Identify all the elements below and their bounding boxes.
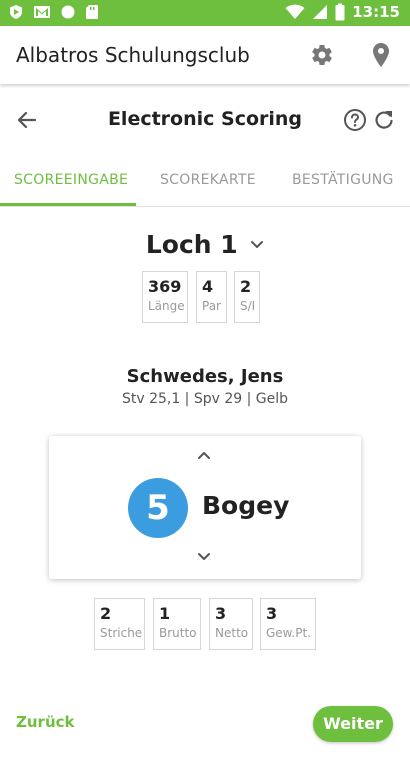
wifi-icon bbox=[285, 4, 305, 19]
net-box: 3 Netto bbox=[209, 598, 253, 650]
points-box: 3 Gew.Pt. bbox=[260, 598, 316, 650]
player-name: Schwedes, Jens bbox=[126, 366, 284, 387]
chevron-down-icon[interactable] bbox=[250, 240, 264, 250]
refresh-icon[interactable] bbox=[373, 109, 395, 131]
player-info: Schwedes, Jens Stv 25,1 | Spv 29 | Gelb bbox=[0, 366, 410, 407]
gear-icon[interactable] bbox=[310, 43, 334, 67]
app-title: Albatros Schulungsclub bbox=[16, 43, 250, 67]
player-handicap-info: Stv 25,1 | Spv 29 | Gelb bbox=[121, 391, 289, 407]
location-pin-icon[interactable] bbox=[371, 42, 391, 68]
strokes-box: 2 Striche bbox=[94, 598, 145, 650]
status-time: 13:15 bbox=[352, 3, 400, 21]
hole-si-value: 2 bbox=[240, 277, 252, 296]
net-label: Netto bbox=[215, 626, 249, 640]
battery-icon bbox=[335, 3, 345, 21]
status-bar: 13:15 bbox=[0, 0, 410, 26]
hole-par-label: Par bbox=[202, 299, 221, 313]
gross-value: 1 bbox=[159, 604, 171, 623]
points-label: Gew.Pt. bbox=[266, 626, 311, 640]
net-value: 3 bbox=[215, 604, 227, 623]
hole-par-value: 4 bbox=[202, 277, 214, 296]
hole-si-box: 2 S/I bbox=[234, 271, 260, 323]
hole-si-label: S/I bbox=[240, 299, 256, 313]
signal-icon bbox=[313, 5, 328, 19]
app-notification-icon bbox=[10, 5, 22, 19]
increase-score-icon[interactable] bbox=[197, 450, 211, 460]
decrease-score-icon[interactable] bbox=[197, 552, 211, 562]
hole-length-box: 369 Länge bbox=[142, 271, 188, 323]
active-tab-indicator bbox=[0, 203, 136, 206]
strokes-label: Striche bbox=[100, 626, 143, 640]
hole-length-label: Länge bbox=[148, 299, 185, 313]
tab-scorekarte[interactable]: SCOREKARTE bbox=[160, 172, 256, 188]
points-value: 3 bbox=[266, 604, 278, 623]
next-button[interactable]: Weiter bbox=[313, 706, 393, 742]
help-icon[interactable] bbox=[343, 108, 367, 132]
hole-par-box: 4 Par bbox=[196, 271, 227, 323]
hole-selector[interactable]: Loch 1 bbox=[0, 230, 410, 259]
gross-label: Brutto bbox=[159, 626, 197, 640]
hole-name: Loch 1 bbox=[145, 230, 238, 259]
circle-notification-icon bbox=[61, 5, 75, 19]
score-input-card: 5 Bogey bbox=[49, 436, 361, 579]
score-label: Bogey bbox=[202, 491, 290, 520]
hole-length-value: 369 bbox=[148, 277, 182, 296]
back-button[interactable]: Zurück bbox=[16, 713, 75, 731]
tab-bestaetigung[interactable]: BESTÄTIGUNG bbox=[292, 172, 394, 188]
score-value: 5 bbox=[128, 478, 188, 538]
tab-bar: SCOREEINGABE SCOREKARTE BESTÄTIGUNG bbox=[0, 160, 410, 207]
gross-box: 1 Brutto bbox=[153, 598, 201, 650]
scoring-header: Electronic Scoring bbox=[0, 100, 410, 140]
sd-card-icon bbox=[86, 5, 98, 19]
strokes-value: 2 bbox=[100, 604, 112, 623]
app-bar: Albatros Schulungsclub bbox=[0, 26, 410, 84]
tab-scoreeingabe[interactable]: SCOREEINGABE bbox=[14, 172, 128, 188]
gmail-icon bbox=[34, 6, 50, 18]
